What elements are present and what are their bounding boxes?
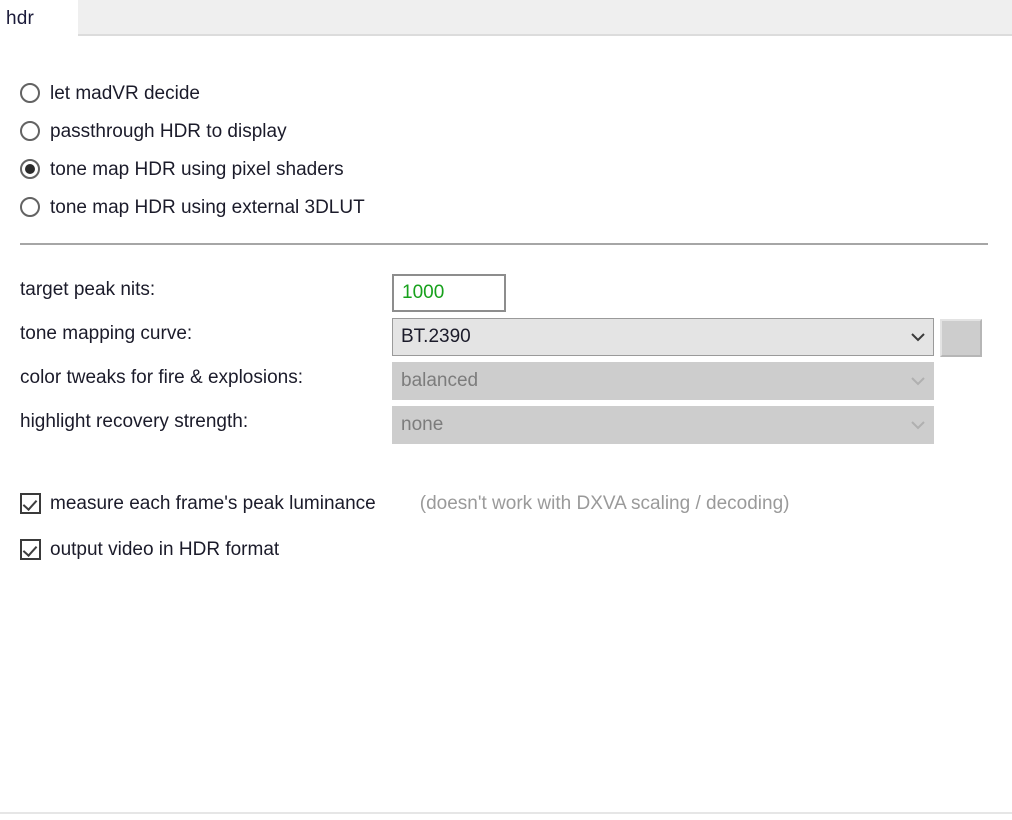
field-row-target-peak-nits: target peak nits: (0, 270, 1012, 314)
tab-strip: hdr (0, 0, 1012, 38)
hdr-checkbox-group: measure each frame's peak luminance (doe… (20, 480, 789, 572)
radio-label: tone map HDR using external 3DLUT (50, 196, 365, 218)
checkbox-hint: (doesn't work with DXVA scaling / decodi… (419, 492, 790, 514)
target-peak-nits-label: target peak nits: (20, 279, 156, 300)
checkbox-checked-icon (20, 538, 41, 560)
highlight-recovery-label: highlight recovery strength: (20, 411, 249, 432)
field-row-tone-mapping-curve: tone mapping curve: BT.2390 (0, 314, 1012, 358)
settings-page-hdr: let madVR decide passthrough HDR to disp… (0, 38, 1012, 820)
radio-icon-selected (20, 159, 40, 179)
tone-mapping-curve-dropdown[interactable]: BT.2390 (392, 318, 934, 356)
chevron-down-icon (903, 420, 933, 430)
checkbox-checked-icon (20, 492, 41, 514)
tone-mapping-curve-value: BT.2390 (401, 327, 471, 347)
radio-label: let madVR decide (50, 82, 200, 104)
tone-mapping-curve-label: tone mapping curve: (20, 323, 193, 344)
tab-hdr-label: hdr (6, 8, 35, 29)
color-tweaks-label: color tweaks for fire & explosions: (20, 367, 304, 388)
checkbox-output-video-hdr-format[interactable]: output video in HDR format (20, 526, 789, 572)
bottom-separator (0, 812, 1012, 814)
tone-mapping-curve-options-button[interactable] (940, 319, 982, 357)
radio-label: tone map HDR using pixel shaders (50, 158, 344, 180)
checkbox-label: output video in HDR format (50, 538, 280, 560)
field-row-color-tweaks: color tweaks for fire & explosions: bala… (0, 358, 1012, 402)
radio-tone-map-pixel-shaders[interactable]: tone map HDR using pixel shaders (20, 150, 365, 188)
radio-let-madvr-decide[interactable]: let madVR decide (20, 74, 365, 112)
chevron-down-icon (903, 332, 933, 342)
tab-strip-empty-area (78, 0, 1012, 36)
checkbox-measure-peak-luminance[interactable]: measure each frame's peak luminance (doe… (20, 480, 789, 526)
target-peak-nits-input[interactable] (392, 274, 506, 312)
section-divider (20, 243, 988, 245)
radio-passthrough-hdr-to-display[interactable]: passthrough HDR to display (20, 112, 365, 150)
radio-tone-map-external-3dlut[interactable]: tone map HDR using external 3DLUT (20, 188, 365, 226)
radio-label: passthrough HDR to display (50, 120, 287, 142)
hdr-settings-fields: target peak nits: tone mapping curve: BT… (0, 270, 1012, 446)
radio-icon-unselected (20, 197, 40, 217)
radio-icon-unselected (20, 83, 40, 103)
color-tweaks-value: balanced (401, 371, 479, 391)
chevron-down-icon (903, 376, 933, 386)
color-tweaks-dropdown: balanced (392, 362, 934, 400)
radio-icon-unselected (20, 121, 40, 141)
field-row-highlight-recovery: highlight recovery strength: none (0, 402, 1012, 446)
highlight-recovery-dropdown: none (392, 406, 934, 444)
checkbox-label: measure each frame's peak luminance (50, 492, 376, 514)
hdr-mode-radio-group: let madVR decide passthrough HDR to disp… (20, 74, 365, 226)
tab-hdr[interactable]: hdr (0, 0, 78, 38)
highlight-recovery-value: none (401, 415, 444, 435)
